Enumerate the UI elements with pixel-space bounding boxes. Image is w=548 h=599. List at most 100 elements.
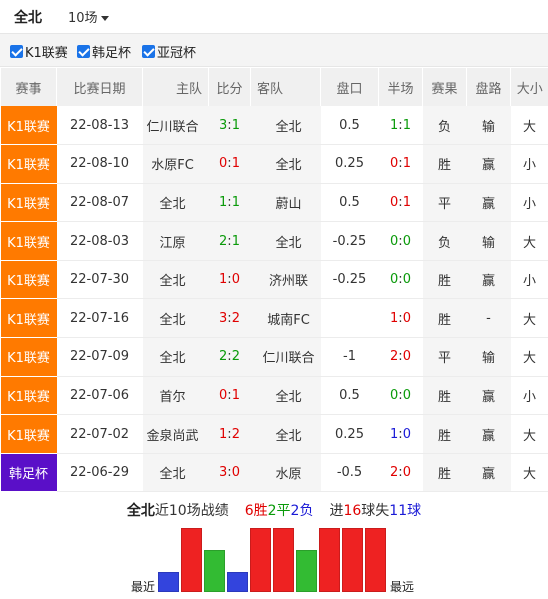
handicap-result-cell: 赢 bbox=[466, 260, 511, 300]
date-cell: 22-08-13 bbox=[56, 106, 143, 146]
score-cell: 1:0 bbox=[208, 260, 251, 300]
home-team-cell[interactable]: 全北 bbox=[142, 298, 209, 339]
checkbox-checked-icon[interactable] bbox=[77, 45, 90, 58]
home-team-cell[interactable]: 江原 bbox=[142, 221, 209, 261]
home-score: 0 bbox=[219, 156, 228, 172]
league-cell[interactable]: K1联赛 bbox=[0, 298, 57, 339]
league-cell[interactable]: K1联赛 bbox=[0, 106, 57, 146]
home-team-cell[interactable]: 全北 bbox=[142, 453, 209, 493]
home-team-cell[interactable]: 首尔 bbox=[142, 376, 209, 416]
home-score: 1 bbox=[219, 194, 228, 210]
table-row[interactable]: K1联赛 22-07-06 首尔 0:1 全北 0.5 0:0 胜赢小 bbox=[0, 376, 548, 416]
home-team-cell[interactable]: 全北 bbox=[142, 183, 209, 223]
table-row[interactable]: K1联赛 22-07-02 金泉尚武 1:2 全北 0.25 1:0 胜赢大 bbox=[0, 414, 548, 454]
away-team-cell[interactable]: 全北 bbox=[250, 376, 321, 416]
half-away-score: 0 bbox=[402, 233, 411, 249]
trend-bar-win bbox=[181, 528, 202, 592]
home-team-cell[interactable]: 全北 bbox=[142, 337, 209, 377]
filter-afc-champions[interactable]: 亚冠杯 bbox=[142, 42, 196, 61]
league-cell[interactable]: K1联赛 bbox=[0, 260, 57, 300]
half-away-score: 1 bbox=[402, 156, 411, 172]
halftime-cell: 1:0 bbox=[378, 298, 423, 339]
score-cell: 2:1 bbox=[208, 221, 251, 261]
trend-bar-win bbox=[250, 528, 271, 592]
column-header: 主队 bbox=[142, 68, 209, 106]
over-under-cell: 大 bbox=[510, 414, 548, 454]
away-team-cell[interactable]: 水原 bbox=[250, 453, 321, 493]
form-trend-bars: 最近 最远 bbox=[0, 522, 548, 594]
over-under-cell: 小 bbox=[510, 183, 548, 223]
over-under-cell: 大 bbox=[510, 298, 548, 339]
result-cell: 胜 bbox=[422, 376, 467, 416]
table-row[interactable]: K1联赛 22-08-13 仁川联合 3:1 全北 0.5 1:1 负输大 bbox=[0, 106, 548, 146]
home-score: 3 bbox=[219, 117, 228, 133]
table-row[interactable]: K1联赛 22-07-30 全北 1:0 济州联 -0.25 0:0 胜赢小 bbox=[0, 260, 548, 300]
home-team-cell[interactable]: 全北 bbox=[142, 260, 209, 300]
table-row[interactable]: 韩足杯 22-06-29 全北 3:0 水原 -0.5 2:0 胜赢大 bbox=[0, 453, 548, 493]
table-row[interactable]: K1联赛 22-08-07 全北 1:1 蔚山 0.5 0:1 平赢小 bbox=[0, 183, 548, 223]
half-away-score: 0 bbox=[402, 426, 411, 442]
result-cell: 平 bbox=[422, 337, 467, 377]
filter-k1-league[interactable]: K1联赛 bbox=[10, 42, 68, 61]
home-score: 2 bbox=[219, 233, 228, 249]
league-cell[interactable]: K1联赛 bbox=[0, 221, 57, 261]
away-team-cell[interactable]: 蔚山 bbox=[250, 183, 321, 223]
trend-bar-loss bbox=[158, 572, 179, 592]
table-row[interactable]: K1联赛 22-07-09 全北 2:2 仁川联合 -1 2:0 平输大 bbox=[0, 337, 548, 377]
table-row[interactable]: K1联赛 22-07-16 全北 3:2 城南FC 1:0 胜 - 大 bbox=[0, 298, 548, 339]
column-header: 盘路 bbox=[466, 68, 511, 106]
date-cell: 22-07-09 bbox=[56, 337, 143, 377]
handicap-result-cell: 输 bbox=[466, 106, 511, 146]
table-row[interactable]: K1联赛 22-08-10 水原FC 0:1 全北 0.25 0:1 胜赢小 bbox=[0, 144, 548, 184]
score-cell: 0:1 bbox=[208, 376, 251, 416]
league-cell[interactable]: K1联赛 bbox=[0, 144, 57, 184]
trend-bar-draw bbox=[296, 550, 317, 592]
away-team-cell[interactable]: 城南FC bbox=[250, 298, 321, 339]
over-under-cell: 小 bbox=[510, 260, 548, 300]
date-cell: 22-07-30 bbox=[56, 260, 143, 300]
checkbox-checked-icon[interactable] bbox=[10, 45, 23, 58]
trend-bar-win bbox=[273, 528, 294, 592]
handicap-cell: 0.5 bbox=[320, 106, 379, 146]
handicap-cell: -1 bbox=[320, 337, 379, 377]
away-team-cell[interactable]: 仁川联合 bbox=[250, 337, 321, 377]
checkbox-checked-icon[interactable] bbox=[142, 45, 155, 58]
half-home-score: 0 bbox=[390, 156, 399, 172]
summary-draw-word: 平 bbox=[276, 503, 291, 519]
match-count-dropdown[interactable]: 10场 bbox=[68, 7, 109, 26]
handicap-result-cell: - bbox=[466, 298, 511, 339]
over-under-cell: 大 bbox=[510, 221, 548, 261]
half-home-score: 2 bbox=[390, 465, 399, 481]
result-cell: 平 bbox=[422, 183, 467, 223]
half-away-score: 0 bbox=[402, 310, 411, 326]
away-team-cell[interactable]: 全北 bbox=[250, 414, 321, 454]
half-away-score: 0 bbox=[402, 349, 411, 365]
away-score: 2 bbox=[231, 310, 240, 326]
league-cell[interactable]: K1联赛 bbox=[0, 183, 57, 223]
away-team-cell[interactable]: 全北 bbox=[250, 106, 321, 146]
league-cell[interactable]: 韩足杯 bbox=[0, 453, 57, 493]
summary-team: 全北 bbox=[126, 503, 155, 519]
table-row[interactable]: K1联赛 22-08-03 江原 2:1 全北 -0.25 0:0 负输大 bbox=[0, 221, 548, 261]
home-team-cell[interactable]: 金泉尚武 bbox=[142, 414, 209, 454]
column-header: 客队 bbox=[250, 68, 321, 106]
halftime-cell: 2:0 bbox=[378, 337, 423, 377]
away-team-cell[interactable]: 济州联 bbox=[250, 260, 321, 300]
home-score: 2 bbox=[219, 349, 228, 365]
away-team-cell[interactable]: 全北 bbox=[250, 144, 321, 184]
half-away-score: 0 bbox=[402, 387, 411, 403]
away-team-cell[interactable]: 全北 bbox=[250, 221, 321, 261]
date-cell: 22-07-06 bbox=[56, 376, 143, 416]
league-cell[interactable]: K1联赛 bbox=[0, 376, 57, 416]
league-cell[interactable]: K1联赛 bbox=[0, 337, 57, 377]
filter-korean-cup[interactable]: 韩足杯 bbox=[77, 42, 131, 61]
handicap-result-cell: 输 bbox=[466, 221, 511, 261]
home-score: 3 bbox=[219, 310, 228, 326]
home-team-cell[interactable]: 水原FC bbox=[142, 144, 209, 184]
away-score: 2 bbox=[231, 349, 240, 365]
over-under-cell: 小 bbox=[510, 376, 548, 416]
home-team-cell[interactable]: 仁川联合 bbox=[142, 106, 209, 146]
halftime-cell: 0:0 bbox=[378, 376, 423, 416]
handicap-result-cell: 赢 bbox=[466, 144, 511, 184]
league-cell[interactable]: K1联赛 bbox=[0, 414, 57, 454]
